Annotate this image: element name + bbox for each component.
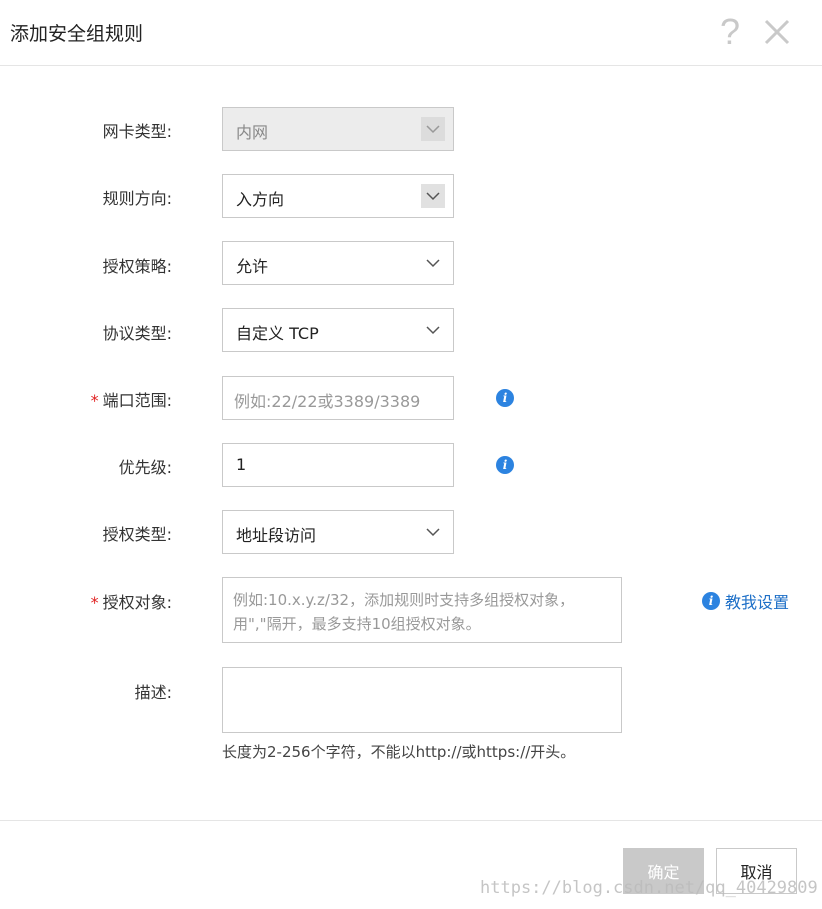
cancel-button[interactable]: 取消 [716,848,797,894]
policy-label: 授权策略: [102,257,172,276]
priority-input[interactable]: 1 [222,443,454,487]
auth-type-label: 授权类型: [102,525,172,544]
priority-label: 优先级: [118,458,172,477]
description-hint: 长度为2-256个字符，不能以http://或https://开头。 [222,743,576,761]
description-label: 描述: [134,683,172,702]
description-textarea[interactable] [222,667,622,733]
priority-value: 1 [236,455,247,474]
chevron-down-icon [421,318,445,342]
teach-me-link[interactable]: i 教我设置 [702,589,789,613]
nic-type-select: 内网 [222,107,454,151]
policy-select[interactable]: 允许 [222,241,454,285]
info-icon: i [702,592,720,610]
dialog-title: 添加安全组规则 [10,23,144,45]
chevron-down-icon [421,520,445,544]
chevron-down-icon [421,184,445,208]
port-range-input[interactable]: 例如:22/22或3389/3389 [222,376,454,420]
teach-me-link-text: 教我设置 [725,593,790,612]
port-range-label: * 端口范围: [91,387,172,411]
policy-value: 允许 [236,257,269,276]
auth-object-textarea[interactable]: 例如:10.x.y.z/32，添加规则时支持多组授权对象，用","隔开，最多支持… [222,577,622,643]
confirm-button[interactable]: 确定 [623,848,704,894]
info-icon[interactable]: i [496,456,514,474]
nic-type-label: 网卡类型: [102,122,172,141]
protocol-select[interactable]: 自定义 TCP [222,308,454,352]
footer-divider [0,820,822,821]
close-icon[interactable] [762,17,792,47]
auth-object-placeholder: 例如:10.x.y.z/32，添加规则时支持多组授权对象，用","隔开，最多支持… [233,591,575,633]
nic-type-value: 内网 [236,123,269,142]
protocol-value: 自定义 TCP [236,324,319,343]
direction-value: 入方向 [236,190,285,209]
port-range-placeholder: 例如:22/22或3389/3389 [234,392,421,411]
dialog-header: 添加安全组规则 ? [0,0,822,66]
chevron-down-icon [421,251,445,275]
required-mark: * [90,593,99,612]
auth-object-label-text: 授权对象: [102,593,172,612]
help-icon[interactable]: ? [720,12,740,52]
required-mark: * [90,391,99,410]
info-icon[interactable]: i [496,389,514,407]
auth-type-select[interactable]: 地址段访问 [222,510,454,554]
direction-label: 规则方向: [102,189,172,208]
protocol-label: 协议类型: [102,324,172,343]
direction-select[interactable]: 入方向 [222,174,454,218]
chevron-down-icon [421,117,445,141]
port-range-label-text: 端口范围: [102,391,172,410]
auth-object-label: * 授权对象: [91,589,172,613]
auth-type-value: 地址段访问 [236,526,317,545]
